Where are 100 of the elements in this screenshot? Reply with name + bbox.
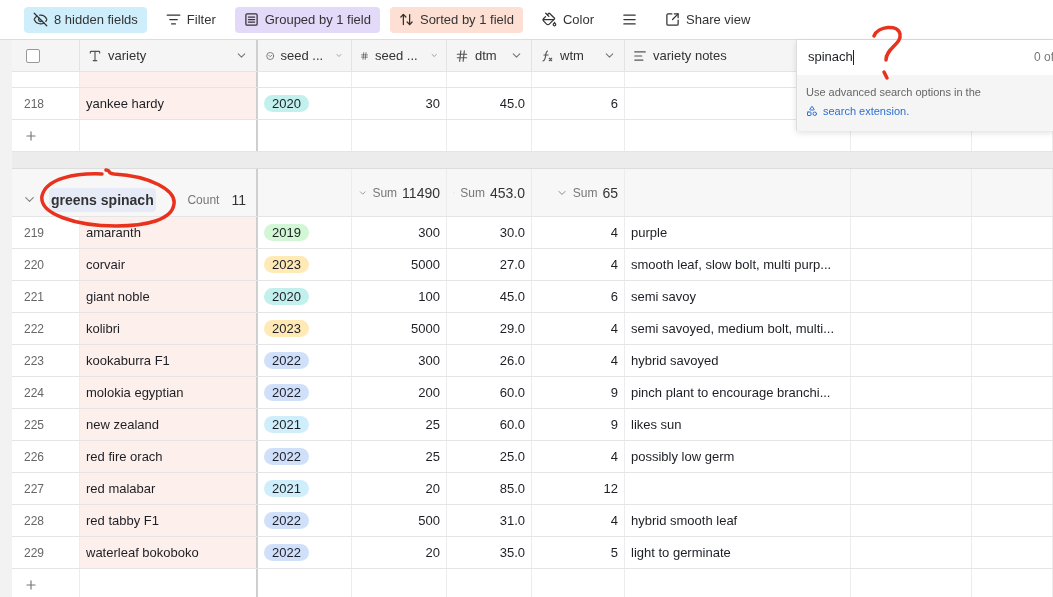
- table-cell: 29.0: [499, 321, 525, 336]
- year-tag: 2021: [264, 416, 309, 433]
- row-number: 219: [23, 225, 45, 240]
- table-cell: 300: [418, 353, 440, 368]
- count-label: Count: [187, 192, 220, 207]
- filter-icon: [165, 12, 181, 27]
- table-cell: 45.0: [499, 289, 525, 304]
- row-number: 228: [23, 513, 45, 528]
- function-icon: [540, 48, 554, 63]
- table-cell: 25: [425, 417, 440, 432]
- table-cell: 4: [610, 225, 618, 240]
- toolbar-button[interactable]: Share view: [656, 6, 760, 33]
- add-row-icon[interactable]: [24, 128, 38, 143]
- group-name: greens spinach: [49, 187, 156, 212]
- toolbar-button[interactable]: Sorted by 1 field: [389, 6, 523, 33]
- year-tag: 2022: [264, 384, 309, 401]
- external-link-icon: [665, 12, 680, 27]
- lines-icon: [622, 12, 637, 27]
- year-tag: 2020: [264, 95, 309, 112]
- table-cell: 9: [610, 385, 618, 400]
- table-cell: hybrid savoyed: [631, 353, 719, 368]
- table-cell: 300: [418, 225, 440, 240]
- table-cell: molokia egyptian: [86, 385, 184, 400]
- table-cell: purple: [631, 225, 668, 240]
- search-extension-link[interactable]: search extension.: [806, 101, 910, 121]
- toolbar-button[interactable]: Grouped by 1 field: [234, 6, 380, 33]
- table-cell: 60.0: [499, 385, 525, 400]
- table-cell: hybrid smooth leaf: [631, 513, 738, 528]
- row-number: 221: [23, 289, 45, 304]
- table-cell: amaranth: [86, 225, 141, 240]
- shapes-icon: [806, 105, 818, 117]
- row-number: 227: [23, 481, 45, 496]
- sum-label: Sum: [460, 185, 485, 200]
- row-number: 225: [23, 417, 45, 432]
- row-number: 222: [23, 321, 45, 336]
- year-tag: 2022: [264, 544, 309, 561]
- year-tag: 2020: [264, 288, 309, 305]
- toolbar-button[interactable]: 8 hidden fields: [24, 6, 147, 33]
- table-cell: new zealand: [86, 417, 159, 432]
- table-cell: red fire orach: [86, 449, 163, 464]
- table-cell: red malabar: [86, 481, 156, 496]
- table-cell: 35.0: [499, 545, 525, 560]
- table-cell: 4: [610, 321, 618, 336]
- row-number: 224: [23, 385, 45, 400]
- row-number: 223: [23, 353, 45, 368]
- sum-value: 11490: [402, 184, 440, 201]
- sum-label: Sum: [572, 185, 598, 200]
- table-cell: 30: [425, 96, 440, 111]
- table-cell: 100: [418, 289, 440, 304]
- paragraph-icon: [633, 48, 647, 63]
- table-cell: 85.0: [499, 481, 525, 496]
- table-cell: 6: [610, 96, 618, 111]
- year-tag: 2023: [264, 256, 309, 273]
- year-tag: 2019: [264, 224, 309, 241]
- sum-value: 453.0: [489, 184, 525, 201]
- table-cell: likes sun: [631, 417, 682, 432]
- table-cell: 500: [418, 513, 440, 528]
- table-cell: 20: [425, 545, 440, 560]
- year-tag: 2022: [264, 512, 309, 529]
- table-cell: kookaburra F1: [86, 353, 170, 368]
- table-cell: 31.0: [499, 513, 525, 528]
- table-cell: waterleaf bokoboko: [86, 545, 199, 560]
- toolbar-button[interactable]: Color: [532, 6, 603, 33]
- hash-icon: [455, 48, 469, 63]
- sort-arrows-icon: [398, 12, 414, 27]
- text-icon: [88, 48, 102, 63]
- toolbar-button[interactable]: Filter: [156, 6, 225, 33]
- table-cell: giant noble: [86, 289, 150, 304]
- select-all-checkbox[interactable]: [26, 48, 40, 63]
- question-mark-annotation: [872, 25, 902, 80]
- row-number: 226: [23, 449, 45, 464]
- table-cell: 4: [610, 353, 618, 368]
- table-cell: 26.0: [499, 353, 525, 368]
- year-tag: 2022: [264, 352, 309, 369]
- table-cell: pinch plant to encourage branchi...: [631, 385, 831, 400]
- hint-text: Use advanced search options in the: [806, 84, 982, 100]
- table-cell: 5000: [411, 257, 440, 272]
- table-cell: yankee hardy: [86, 96, 165, 111]
- table-cell: 20: [425, 481, 440, 496]
- eye-off-icon: [33, 12, 48, 27]
- table-cell: 30.0: [499, 225, 525, 240]
- table-cell: 45.0: [499, 96, 525, 111]
- table-cell: 25: [425, 449, 440, 464]
- table-cell: 6: [610, 289, 618, 304]
- table-cell: red tabby F1: [86, 513, 159, 528]
- table-cell: 4: [610, 257, 618, 272]
- table-cell: 12: [603, 481, 618, 496]
- table-cell: kolibri: [86, 321, 120, 336]
- table-cell: 200: [418, 385, 440, 400]
- add-row-icon[interactable]: [24, 577, 38, 592]
- row-number: 218: [23, 96, 45, 111]
- table-cell: 4: [610, 513, 618, 528]
- year-tag: 2023: [264, 320, 309, 337]
- year-tag: 2022: [264, 448, 309, 465]
- table-cell: 9: [610, 417, 618, 432]
- sum-value: 65: [602, 184, 618, 201]
- list-icon: [243, 12, 259, 27]
- table-cell: semi savoy: [631, 289, 697, 304]
- paint-bucket-icon: [541, 12, 557, 27]
- row-number: 220: [23, 257, 45, 272]
